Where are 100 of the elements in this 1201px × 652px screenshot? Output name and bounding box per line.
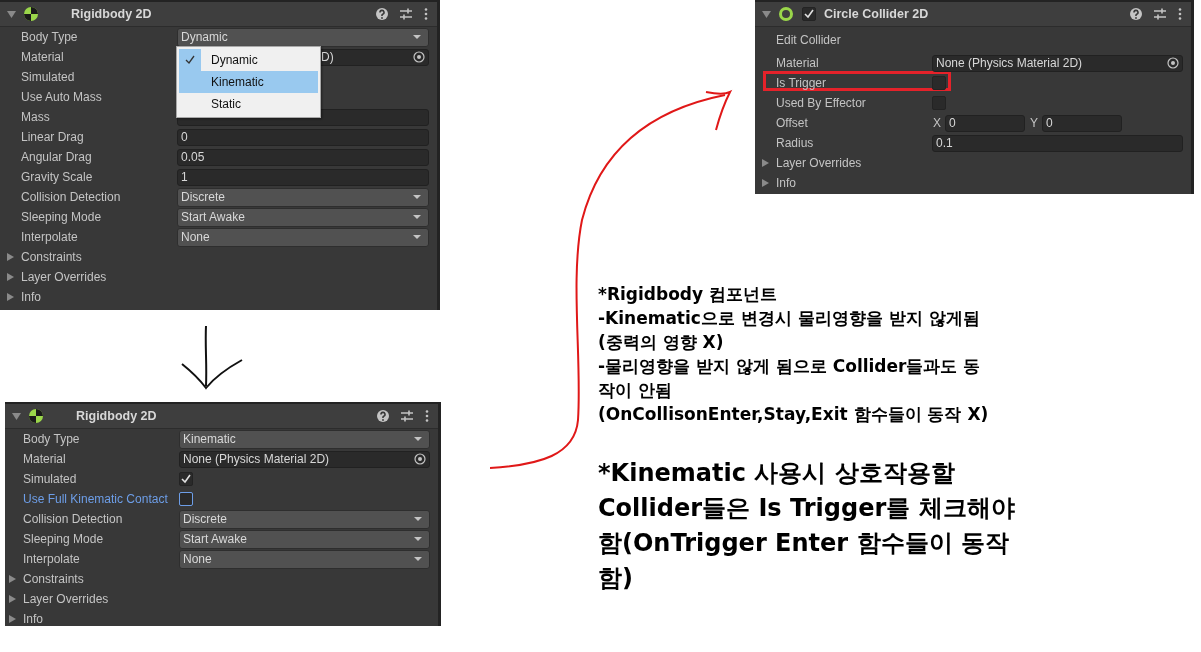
foldout-label[interactable]: Constraints [23, 572, 84, 586]
check-icon [803, 8, 815, 20]
dropdown[interactable]: Dynamic [177, 27, 429, 47]
target-icon[interactable] [1167, 57, 1179, 69]
note-text: 작이 안됨 [598, 379, 673, 402]
foldout-arrow-icon[interactable] [6, 252, 15, 262]
field-label: Material [23, 452, 67, 466]
object-value: None (Physics Material 2D) [183, 452, 331, 466]
caret-icon [412, 213, 422, 221]
input-field[interactable]: 1 [177, 168, 429, 186]
foldout-arrow-icon[interactable] [8, 614, 17, 624]
collapse-arrow-icon[interactable] [6, 8, 17, 20]
dropdown-value: Kinematic [183, 432, 237, 446]
component-title: Circle Collider 2D [824, 7, 929, 21]
field-label: Collision Detection [23, 512, 124, 526]
menu-item[interactable]: Kinematic [179, 71, 318, 93]
field-label: Body Type [23, 432, 81, 446]
field-label: Body Type [21, 30, 79, 44]
note-text: Collider들은 Is Trigger를 체크해야 [598, 493, 1015, 524]
collapse-arrow-icon[interactable] [11, 410, 22, 422]
sliders-icon[interactable] [399, 7, 413, 21]
foldout-label[interactable]: Layer Overrides [776, 156, 862, 170]
input-field[interactable]: 0.05 [177, 148, 429, 166]
checkbox[interactable] [179, 492, 193, 506]
foldout-label[interactable]: Layer Overrides [23, 592, 109, 606]
foldout-arrow-icon[interactable] [761, 178, 770, 188]
foldout-label[interactable]: Layer Overrides [21, 270, 107, 284]
foldout-arrow-icon[interactable] [8, 574, 17, 584]
help-icon[interactable] [1129, 7, 1143, 21]
dropdown-value: Start Awake [181, 210, 246, 224]
axis-label: Y [1030, 116, 1039, 130]
foldout-label[interactable]: Info [776, 176, 796, 190]
dropdown-value: None [181, 230, 211, 244]
foldout-label[interactable]: Info [21, 290, 41, 304]
more-menu-icon[interactable] [423, 7, 429, 21]
menu-item[interactable]: Dynamic [179, 49, 318, 71]
object-value: D) [321, 50, 334, 64]
note-text: *Rigidbody 컴포넌트 [598, 283, 778, 306]
field-label: Mass [21, 110, 51, 124]
more-menu-icon[interactable] [1177, 7, 1183, 21]
field-label: Interpolate [23, 552, 81, 566]
note-text: *Kinematic 사용시 상호작용할 [598, 458, 956, 489]
input-field[interactable]: 0 [945, 114, 1025, 132]
input-field[interactable]: 0 [177, 128, 429, 146]
field-label: Gravity Scale [21, 170, 94, 184]
help-icon[interactable] [376, 409, 390, 423]
foldout-arrow-icon[interactable] [8, 594, 17, 604]
object-value: None (Physics Material 2D) [936, 56, 1084, 70]
dropdown[interactable]: None [177, 227, 429, 247]
dropdown[interactable]: Discrete [177, 187, 429, 207]
dropdown[interactable]: Kinematic [179, 429, 430, 449]
edit-collider-label[interactable]: Edit Collider [776, 33, 932, 47]
dropdown[interactable]: Discrete [179, 509, 430, 529]
foldout-arrow-icon[interactable] [6, 292, 15, 302]
help-icon[interactable] [375, 7, 389, 21]
target-icon[interactable] [413, 51, 425, 63]
note-text: 함) [598, 563, 634, 594]
more-menu-icon[interactable] [424, 409, 430, 423]
checkbox[interactable] [932, 76, 946, 90]
dropdown[interactable]: Start Awake [177, 207, 429, 227]
checkbox[interactable] [179, 472, 193, 486]
note-text: (중력의 영향 X) [598, 331, 725, 354]
foldout-arrow-icon[interactable] [761, 158, 770, 168]
component-title: Rigidbody 2D [76, 409, 157, 423]
axis-label: X [933, 116, 941, 130]
circle-icon [778, 6, 794, 22]
sliders-icon[interactable] [1153, 7, 1167, 21]
field-label: Angular Drag [21, 150, 93, 164]
field-label: Simulated [21, 70, 76, 84]
dropdown[interactable]: None [179, 549, 430, 569]
note-text: (OnCollisonEnter,Stay,Exit 함수들이 동작 X) [598, 403, 990, 426]
dropdown[interactable]: Start Awake [179, 529, 430, 549]
field-label: Material [776, 56, 820, 70]
collapse-arrow-icon[interactable] [761, 8, 772, 20]
foldout-label[interactable]: Info [23, 612, 43, 626]
field-label: Collision Detection [21, 190, 122, 204]
dropdown-value: Dynamic [181, 30, 229, 44]
target-icon[interactable] [414, 453, 426, 465]
foldout-arrow-icon[interactable] [6, 272, 15, 282]
input-field[interactable]: 0 [1042, 114, 1123, 132]
caret-icon [413, 515, 423, 523]
dropdown-value: None [183, 552, 213, 566]
sliders-icon[interactable] [400, 409, 414, 423]
object-field[interactable]: None (Physics Material 2D) [932, 54, 1183, 72]
field-label: Radius [776, 136, 815, 150]
caret-icon [412, 233, 422, 241]
menu-item[interactable]: Static [179, 93, 318, 115]
enable-checkbox[interactable] [802, 7, 816, 21]
object-field[interactable]: None (Physics Material 2D) [179, 450, 430, 468]
caret-icon [413, 535, 423, 543]
caret-icon [413, 555, 423, 563]
field-label: Is Trigger [776, 76, 827, 90]
foldout-label[interactable]: Constraints [21, 250, 82, 264]
caret-icon [412, 193, 422, 201]
field-label: Use Full Kinematic Contact [23, 492, 169, 506]
dropdown-value: Discrete [183, 512, 228, 526]
note-text: -Kinematic으로 변경시 물리영향을 받지 않게됨 [598, 307, 981, 330]
field-label: Simulated [23, 472, 78, 486]
input-field[interactable]: 0.1 [932, 134, 1183, 152]
note-text: -물리영향을 받지 않게 됨으로 Collider들과도 동 [598, 355, 982, 378]
